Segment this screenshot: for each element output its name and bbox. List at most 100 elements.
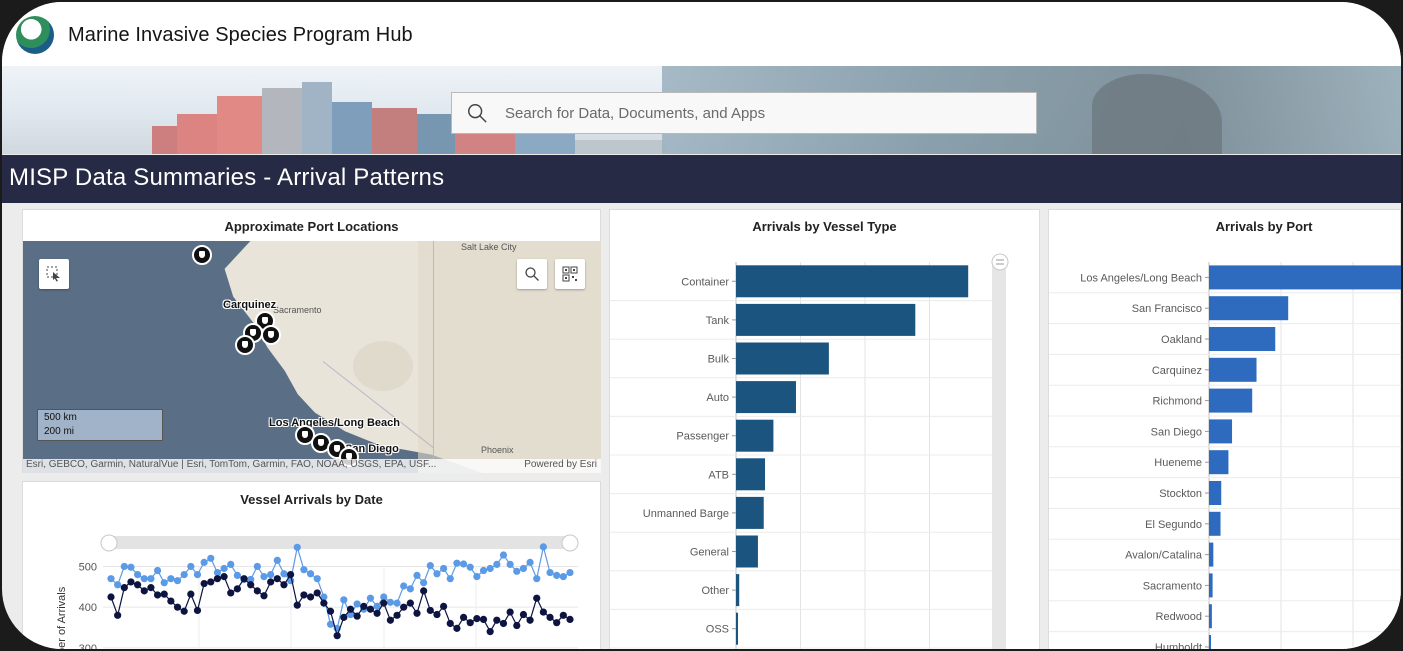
data-point xyxy=(499,551,508,559)
data-point xyxy=(519,564,528,573)
data-point xyxy=(114,611,122,619)
y-tick-label: 500 xyxy=(79,561,97,573)
data-point xyxy=(247,581,255,589)
attribution-text: Esri, GEBCO, Garmin, NaturalVue | Esri, … xyxy=(26,459,437,470)
data-point xyxy=(539,608,547,616)
data-point xyxy=(313,589,321,597)
map-panel: Approximate Port Locations Salt Lake Cit… xyxy=(22,209,601,473)
data-point xyxy=(120,584,128,592)
vessel-type-bar-chart[interactable]: Container Tank Bulk Auto Passenger ATB Unmanne… xyxy=(610,210,1041,649)
category-label: Richmond xyxy=(1152,396,1202,408)
data-point xyxy=(287,570,295,579)
data-point xyxy=(227,589,235,597)
data-point xyxy=(493,616,501,624)
hero-banner xyxy=(2,66,1401,154)
scale-mi: 200 mi xyxy=(44,426,75,437)
category-label: Los Angeles/Long Beach xyxy=(1080,272,1202,284)
bar xyxy=(1209,604,1212,629)
data-point xyxy=(406,585,414,593)
category-label: Redwood xyxy=(1156,611,1202,623)
data-point xyxy=(273,556,281,564)
data-point xyxy=(539,543,547,551)
site-title[interactable]: Marine Invasive Species Program Hub xyxy=(68,24,413,47)
data-point xyxy=(114,581,122,589)
y-tick-label: 400 xyxy=(79,602,97,614)
bar xyxy=(736,458,766,491)
data-point xyxy=(153,566,162,575)
port-map[interactable]: Salt Lake City Sacramento Phoenix Carqui… xyxy=(23,241,601,473)
data-point xyxy=(433,570,441,578)
data-point xyxy=(320,599,328,607)
category-label: Humboldt xyxy=(1155,642,1202,649)
data-point xyxy=(153,591,162,599)
data-point xyxy=(293,601,301,609)
bar xyxy=(1209,481,1222,505)
data-point xyxy=(499,619,508,628)
data-point xyxy=(213,575,222,583)
ship-marker-icon[interactable] xyxy=(235,335,255,355)
bar xyxy=(736,342,829,375)
data-point xyxy=(420,587,428,595)
port-bar-chart[interactable]: Los Angeles/Long Beach San Francisco Oakla… xyxy=(1049,210,1401,649)
data-point xyxy=(353,600,361,608)
category-label: Unmanned Barge xyxy=(643,508,729,520)
data-point xyxy=(553,571,561,580)
category-label: Passenger xyxy=(676,431,729,443)
bar xyxy=(1209,296,1289,321)
map-place-label: Sacramento xyxy=(273,305,322,315)
data-point xyxy=(506,560,514,569)
ship-marker-icon[interactable] xyxy=(261,325,281,345)
search-icon xyxy=(468,104,487,123)
data-point xyxy=(134,581,142,589)
data-point xyxy=(220,564,228,573)
select-tool-button[interactable] xyxy=(39,259,69,289)
bar xyxy=(736,496,764,529)
data-point xyxy=(453,624,461,632)
data-point xyxy=(406,599,414,607)
category-label: San Francisco xyxy=(1132,303,1202,315)
ship-marker-icon[interactable] xyxy=(192,245,212,265)
data-point xyxy=(340,613,348,621)
data-point xyxy=(280,570,288,578)
category-label: Other xyxy=(701,585,729,597)
bar xyxy=(1209,573,1213,598)
powered-by-esri[interactable]: Powered by Esri xyxy=(524,459,597,470)
line-chart[interactable]: Number of Arrivals 300 400 500 xyxy=(23,482,602,649)
category-label: Container xyxy=(681,276,729,288)
category-label: OSS xyxy=(706,624,729,636)
y-axis-label: Number of Arrivals xyxy=(56,586,68,649)
bar xyxy=(1209,511,1221,536)
search-input[interactable] xyxy=(505,93,1025,133)
bar xyxy=(1209,265,1401,290)
category-label: ATB xyxy=(708,469,729,481)
qr-code-button[interactable] xyxy=(555,259,585,289)
map-search-button[interactable] xyxy=(517,259,547,289)
category-label: El Segundo xyxy=(1145,519,1202,531)
map-attribution[interactable]: Esri, GEBCO, Garmin, NaturalVue | Esri, … xyxy=(23,459,601,473)
category-label: Hueneme xyxy=(1154,457,1202,469)
data-point xyxy=(300,591,308,599)
data-point xyxy=(459,560,468,568)
data-point xyxy=(346,605,355,613)
search-box[interactable] xyxy=(451,92,1037,134)
data-point xyxy=(526,558,534,566)
data-point xyxy=(207,554,215,562)
bar xyxy=(736,574,740,607)
data-point xyxy=(267,570,275,579)
data-point xyxy=(180,570,188,579)
data-point xyxy=(493,560,501,569)
site-logo-icon[interactable] xyxy=(16,16,54,54)
search-icon xyxy=(525,267,539,281)
range-slider-track xyxy=(109,536,571,549)
data-point xyxy=(180,607,188,615)
data-point xyxy=(393,611,401,619)
category-label: Oakland xyxy=(1161,334,1202,346)
site-header: Marine Invasive Species Program Hub xyxy=(2,2,1401,66)
category-label: General xyxy=(690,547,729,559)
select-icon xyxy=(46,266,60,282)
data-point xyxy=(313,575,321,583)
hub-page: Marine Invasive Species Program Hub MISP… xyxy=(2,2,1401,649)
bar xyxy=(1209,635,1211,649)
data-point xyxy=(333,632,341,640)
data-point xyxy=(446,619,454,628)
